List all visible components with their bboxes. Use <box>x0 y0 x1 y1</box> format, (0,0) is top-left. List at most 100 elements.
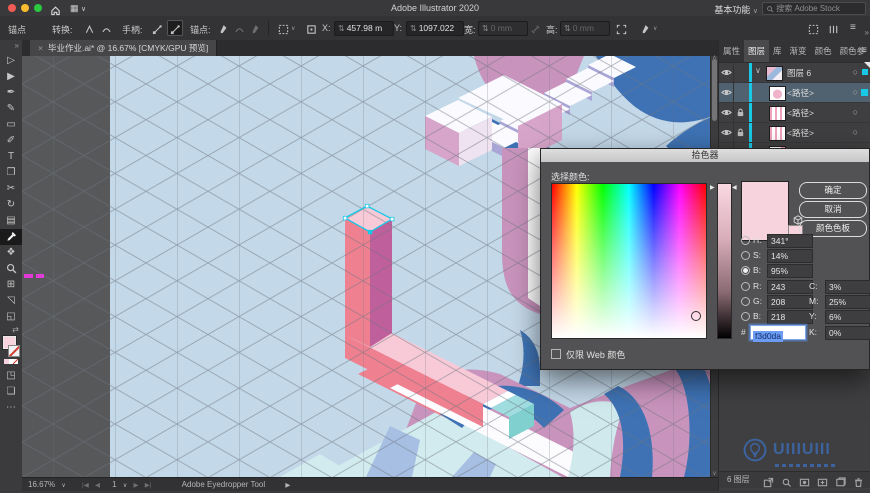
layer-row-selected[interactable]: <路径> ○ <box>719 83 870 103</box>
h-input[interactable]: 341° <box>767 234 813 248</box>
r-input[interactable]: 243 <box>767 280 813 294</box>
collapse-toolbar-icon[interactable]: » <box>15 41 19 50</box>
b-input[interactable]: 95% <box>767 264 813 278</box>
zoom-dropdown-icon[interactable]: ∨ <box>61 483 65 489</box>
radio-r[interactable] <box>741 282 750 291</box>
perspective-grid-tool[interactable]: ◹ <box>0 293 22 309</box>
workspace-switcher[interactable]: 基本功能 ∨ <box>714 3 758 16</box>
swap-fill-stroke-icon[interactable]: ⇄ <box>12 325 19 334</box>
hscroll-right-icon[interactable]: ▶ <box>285 482 290 489</box>
color-field-marker[interactable] <box>691 311 701 321</box>
show-handles-icon[interactable] <box>167 20 183 36</box>
layer-name[interactable]: <路径> <box>787 127 814 139</box>
checkbox-icon[interactable] <box>551 349 561 359</box>
align-options-icon[interactable] <box>826 21 840 35</box>
brightness-slider[interactable] <box>717 183 732 339</box>
last-page-icon[interactable]: ▶| <box>145 482 152 489</box>
color-picker-dialog[interactable]: 拾色器 选择颜色: ▶ ◀ 确定 取消 颜色色板 H: 341° S: 14% B:… <box>540 148 870 370</box>
delete-layer-icon[interactable] <box>853 475 864 491</box>
target-circle[interactable]: ○ <box>853 127 858 137</box>
chevron-down-icon[interactable]: ∨ <box>653 25 657 32</box>
first-page-icon[interactable]: |◀ <box>82 482 89 489</box>
b2-input[interactable]: 218 <box>767 310 813 324</box>
layer-row[interactable]: <路径> ○ <box>719 103 870 123</box>
close-tab-icon[interactable]: × <box>38 43 43 53</box>
document-tab[interactable]: × 毕业作业.ai* @ 16.67% [CMYK/GPU 预览] <box>30 40 218 56</box>
layer-name[interactable]: <路径> <box>787 87 814 99</box>
layer-row[interactable]: ∨ 图层 6 ○ <box>719 63 870 83</box>
direct-selection-tool[interactable]: ▶ <box>0 69 22 85</box>
new-sublayer-icon[interactable] <box>817 475 828 491</box>
selection-indicator[interactable] <box>862 69 868 75</box>
collect-export-icon[interactable] <box>763 475 774 491</box>
target-circle[interactable]: ○ <box>853 107 858 117</box>
visibility-toggle[interactable] <box>719 103 734 122</box>
stepper-icon[interactable]: ⇅ <box>338 24 345 33</box>
hex-input[interactable]: f3d0da <box>750 325 806 342</box>
radio-g[interactable] <box>741 297 750 306</box>
type-tool[interactable]: T <box>0 149 22 165</box>
gradient-tool[interactable]: ▤ <box>0 213 22 229</box>
zoom-level[interactable]: 16.67% <box>28 480 55 489</box>
shape-builder-tool[interactable]: ◱ <box>0 309 22 325</box>
y-input[interactable]: 6% <box>825 310 870 324</box>
hide-handles-icon[interactable] <box>150 21 164 35</box>
height-input[interactable]: ⇅ 0 mm <box>560 21 610 36</box>
stock-search-input[interactable]: 搜索 Adobe Stock <box>762 2 866 15</box>
tab-properties[interactable]: 属性 <box>719 40 744 62</box>
panel-menu-icon[interactable]: ≡ <box>850 22 856 33</box>
prev-page-icon[interactable]: ◀ <box>95 482 100 489</box>
tab-layers[interactable]: 图层 <box>744 40 770 62</box>
convert-to-corner-icon[interactable] <box>82 21 96 35</box>
c-input[interactable]: 3% <box>825 280 870 294</box>
screen-mode-icon[interactable]: ❏ <box>0 384 22 400</box>
shape-options-icon[interactable] <box>638 21 652 35</box>
web-colors-only-option[interactable]: 仅限 Web 颜色 <box>551 348 625 361</box>
reference-point-icon[interactable] <box>304 21 318 35</box>
scroll-down-icon[interactable]: ∨ <box>711 470 718 477</box>
tab-gradient[interactable]: 渐变 <box>786 40 811 62</box>
m-input[interactable]: 25% <box>825 295 870 309</box>
collapse-panel-icon[interactable]: » <box>865 28 869 37</box>
g-input[interactable]: 208 <box>767 295 813 309</box>
slider-arrow-left-icon[interactable]: ▶ <box>710 184 715 191</box>
lock-toggle[interactable] <box>734 63 747 82</box>
hex-value-selected[interactable]: f3d0da <box>753 331 783 342</box>
free-transform-tool[interactable]: ❐ <box>0 165 22 181</box>
slider-arrow-right-icon[interactable]: ◀ <box>732 184 737 191</box>
selection-tool[interactable]: ▷ <box>0 53 22 69</box>
radio-h[interactable] <box>741 236 750 245</box>
artboard-tool[interactable]: ⊞ <box>0 277 22 293</box>
visibility-toggle[interactable] <box>719 123 734 142</box>
pen-tool[interactable]: ✒ <box>0 85 22 101</box>
eyedropper-tool[interactable] <box>0 229 22 245</box>
chevron-down-icon[interactable]: ∨ <box>291 25 295 32</box>
stepper-icon[interactable]: ⇅ <box>410 24 417 33</box>
clipping-mask-icon[interactable] <box>799 475 810 491</box>
rotate-tool[interactable]: ↻ <box>0 197 22 213</box>
visibility-toggle[interactable] <box>719 63 734 82</box>
lock-toggle[interactable] <box>734 83 747 102</box>
color-mode-bar[interactable] <box>4 359 18 364</box>
s-input[interactable]: 14% <box>767 249 813 263</box>
more-tools-icon[interactable]: ⋯ <box>0 400 22 416</box>
layer-row[interactable]: <路径> ○ <box>719 123 870 143</box>
convert-to-smooth-icon[interactable] <box>99 21 113 35</box>
scissors-tool[interactable]: ✂ <box>0 181 22 197</box>
layer-name[interactable]: 图层 6 <box>787 67 811 79</box>
tab-libraries[interactable]: 库 <box>769 40 786 62</box>
dialog-title-bar[interactable]: 拾色器 <box>541 149 869 162</box>
new-layer-icon[interactable] <box>835 475 846 491</box>
layer-thumbnail[interactable] <box>769 125 786 141</box>
y-input[interactable]: ⇅ 1097.022 <box>406 21 464 36</box>
remove-anchor-icon[interactable] <box>216 21 230 35</box>
color-field[interactable] <box>551 183 707 339</box>
visibility-toggle[interactable] <box>719 83 734 102</box>
artboard-number[interactable]: 1 <box>112 480 116 489</box>
draw-mode-icon[interactable]: ◳ <box>0 368 22 384</box>
cut-path-icon[interactable] <box>248 21 262 35</box>
layer-name[interactable]: <路径> <box>787 107 814 119</box>
expand-chevron-icon[interactable]: ∨ <box>755 66 761 75</box>
lock-icon[interactable] <box>734 103 747 122</box>
layer-thumbnail[interactable] <box>769 85 786 101</box>
